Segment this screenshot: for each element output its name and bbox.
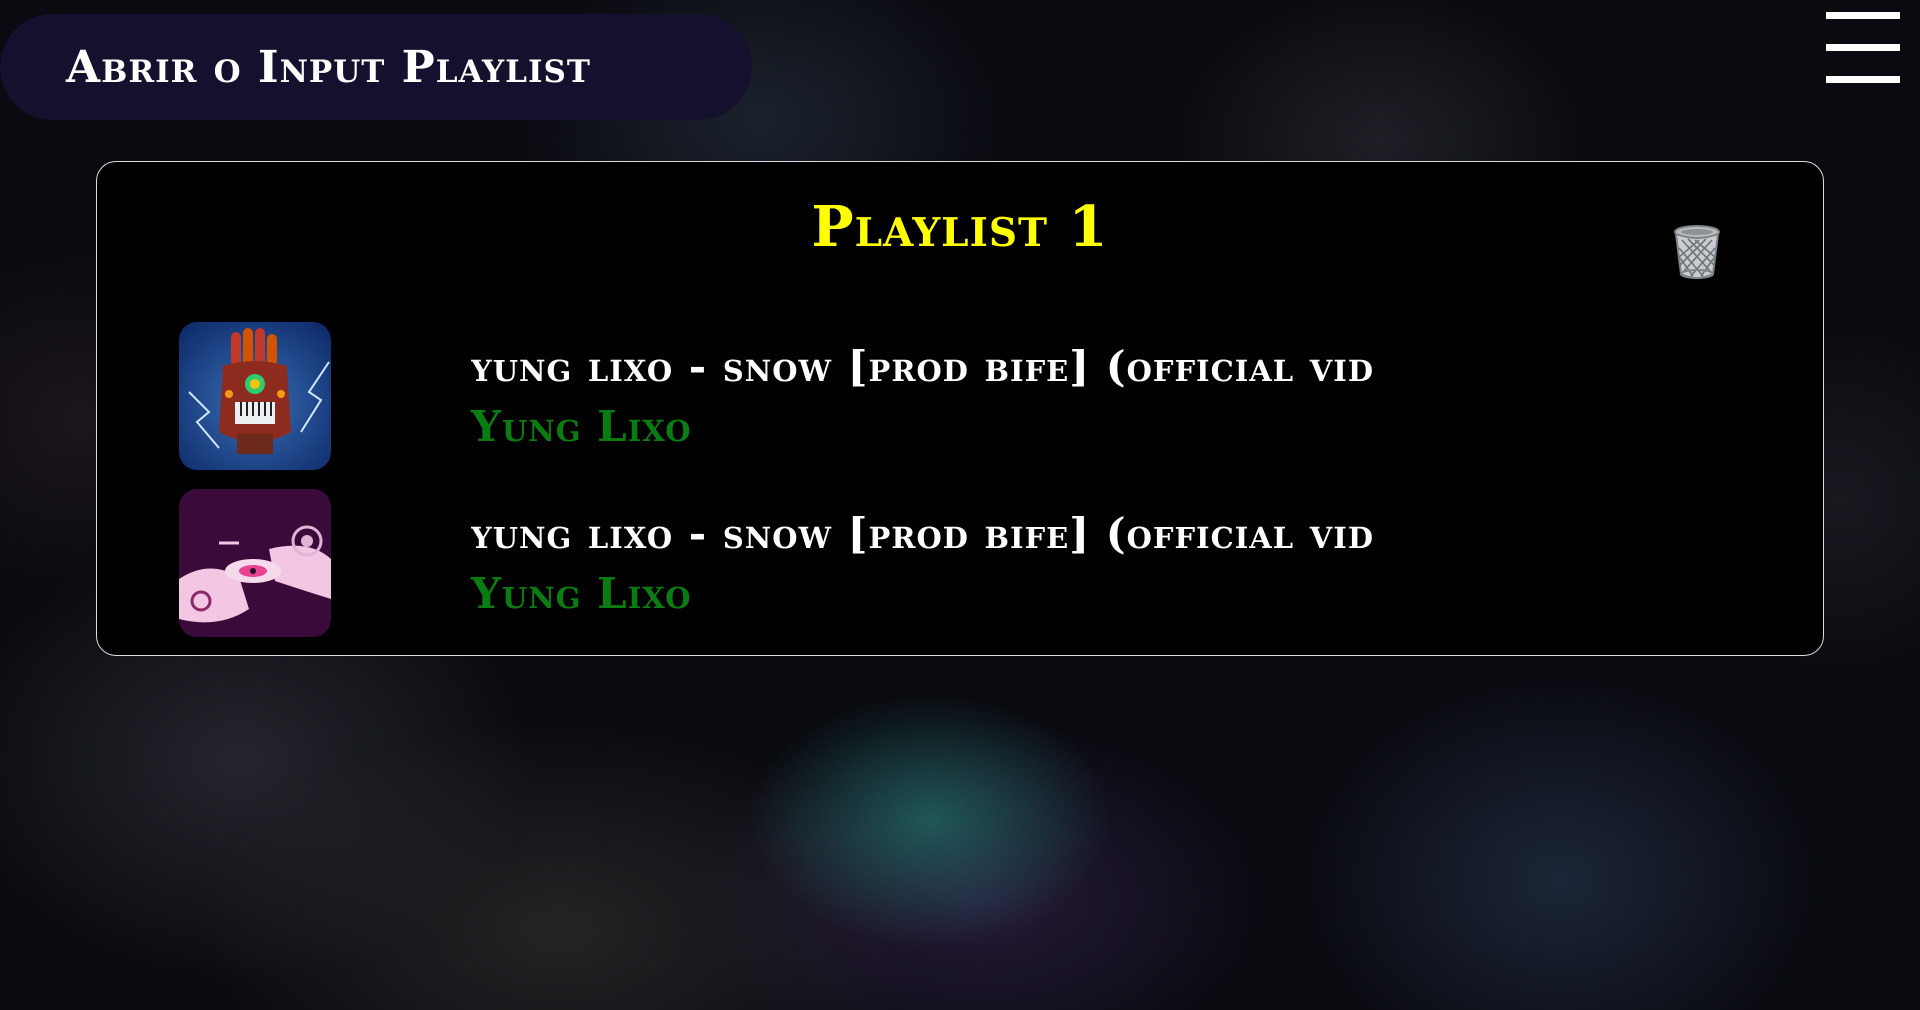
- track-artist: Yung Lixo: [471, 569, 692, 618]
- menu-bar: [1826, 44, 1900, 51]
- trash-can-icon[interactable]: [1671, 224, 1723, 280]
- hamburger-menu-icon[interactable]: [1826, 12, 1900, 84]
- album-art-thumbnail: [179, 489, 331, 637]
- track-item[interactable]: YUNG LIXO - SNOW [PROD BIFE] (OFFICIAL V…: [179, 489, 1659, 637]
- track-title: YUNG LIXO - SNOW [PROD BIFE] (OFFICIAL V…: [471, 509, 1375, 558]
- playlist-title: Playlist 1: [811, 194, 1109, 260]
- album-art-thumbnail: [179, 322, 331, 470]
- menu-bar: [1826, 12, 1900, 19]
- track-title: YUNG LIXO - SNOW [PROD BIFE] (OFFICIAL V…: [471, 342, 1375, 391]
- track-artist: Yung Lixo: [471, 402, 692, 451]
- track-item[interactable]: YUNG LIXO - SNOW [PROD BIFE] (OFFICIAL V…: [179, 322, 1659, 470]
- open-input-playlist-button[interactable]: Abrir o Input Playlist: [0, 14, 752, 120]
- menu-bar: [1826, 76, 1900, 83]
- playlist-card: Playlist 1 yung lixo - snow [prod bife] …: [96, 161, 1824, 656]
